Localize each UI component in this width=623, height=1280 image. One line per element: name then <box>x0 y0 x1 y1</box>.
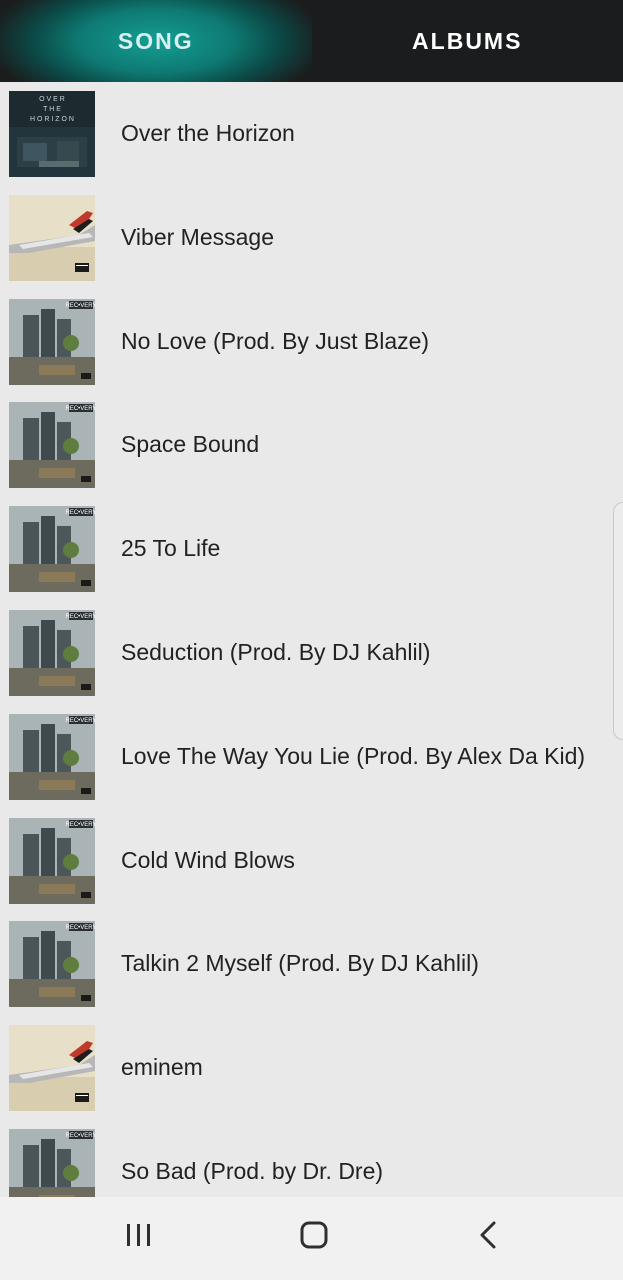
song-title: Cold Wind Blows <box>121 846 295 873</box>
svg-text:REC•VERY: REC•VERY <box>66 1133 96 1139</box>
album-cover-recovery: REC•VERY <box>9 817 96 904</box>
album-cover-recovery: REC•VERY <box>9 402 96 489</box>
album-cover-recovery: REC•VERY <box>9 1128 96 1197</box>
svg-text:REC•VERY: REC•VERY <box>66 718 96 724</box>
song-title: Over the Horizon <box>121 120 295 146</box>
song-row[interactable]: REC•VERY Cold Wind Blows <box>0 809 623 913</box>
song-title: Viber Message <box>121 223 274 250</box>
svg-text:REC•VERY: REC•VERY <box>66 614 96 620</box>
cover-text: O V E R <box>39 96 65 103</box>
song-row[interactable]: REC•VERY Seduction (Prod. By DJ Kahlil) <box>0 601 623 705</box>
song-row[interactable]: REC•VERY Talkin 2 Myself (Prod. By DJ Ka… <box>0 912 623 1016</box>
svg-text:T H E: T H E <box>43 106 61 113</box>
back-button[interactable] <box>458 1215 518 1259</box>
song-title: Love The Way You Lie (Prod. By Alex Da K… <box>121 742 586 769</box>
song-row[interactable]: eminem <box>0 1016 623 1120</box>
song-title: No Love (Prod. By Just Blaze) <box>121 327 430 354</box>
fast-scroll-handle[interactable] <box>613 502 623 740</box>
song-row[interactable]: REC•VERY So Bad (Prod. by Dr. Dre) <box>0 1120 623 1197</box>
song-list[interactable]: O V E R T H E H O R I Z O N Over the Hor… <box>0 82 623 1197</box>
song-title: eminem <box>121 1054 203 1081</box>
home-button[interactable] <box>284 1215 344 1259</box>
home-icon <box>298 1219 330 1256</box>
recents-icon <box>124 1221 154 1254</box>
song-row[interactable]: REC•VERY 25 To Life <box>0 497 623 601</box>
album-cover-recovery: REC•VERY <box>9 921 96 1008</box>
album-cover-recovery: REC•VERY <box>9 298 96 385</box>
song-title: 25 To Life <box>121 535 221 562</box>
system-navigation-bar <box>0 1197 623 1280</box>
song-title: So Bad (Prod. by Dr. Dre) <box>121 1157 384 1184</box>
svg-text:H O R I Z O N: H O R I Z O N <box>30 116 74 123</box>
album-cover-recovery: REC•VERY <box>9 713 96 800</box>
album-cover-kamikaze <box>9 194 95 281</box>
song-row[interactable]: REC•VERY No Love (Prod. By Just Blaze) <box>0 290 623 394</box>
song-row[interactable]: REC•VERY Love The Way You Lie (Prod. By … <box>0 705 623 809</box>
tab-albums[interactable]: ALBUMS <box>312 0 623 82</box>
svg-text:REC•VERY: REC•VERY <box>66 406 96 412</box>
album-cover-recovery: REC•VERY <box>9 609 96 696</box>
album-cover-over-the-horizon: O V E R T H E H O R I Z O N <box>9 91 95 177</box>
album-cover-kamikaze <box>9 1025 95 1112</box>
album-cover-recovery: REC•VERY <box>9 506 96 593</box>
song-title: Talkin 2 Myself (Prod. By DJ Kahlil) <box>121 950 479 977</box>
song-row[interactable]: REC•VERY Space Bound <box>0 393 623 497</box>
song-title: Seduction (Prod. By DJ Kahlil) <box>121 638 431 665</box>
recents-button[interactable] <box>109 1215 169 1259</box>
tab-song[interactable]: SONG <box>0 0 312 82</box>
svg-text:REC•VERY: REC•VERY <box>66 925 96 931</box>
song-row[interactable]: O V E R T H E H O R I Z O N Over the Hor… <box>0 82 623 186</box>
svg-text:REC•VERY: REC•VERY <box>66 303 96 309</box>
svg-text:REC•VERY: REC•VERY <box>66 510 96 516</box>
song-row[interactable]: Viber Message <box>0 186 623 290</box>
song-title: Space Bound <box>121 431 260 458</box>
back-icon <box>476 1219 500 1256</box>
svg-text:REC•VERY: REC•VERY <box>66 822 96 828</box>
tab-bar: SONG ALBUMS <box>0 0 623 82</box>
